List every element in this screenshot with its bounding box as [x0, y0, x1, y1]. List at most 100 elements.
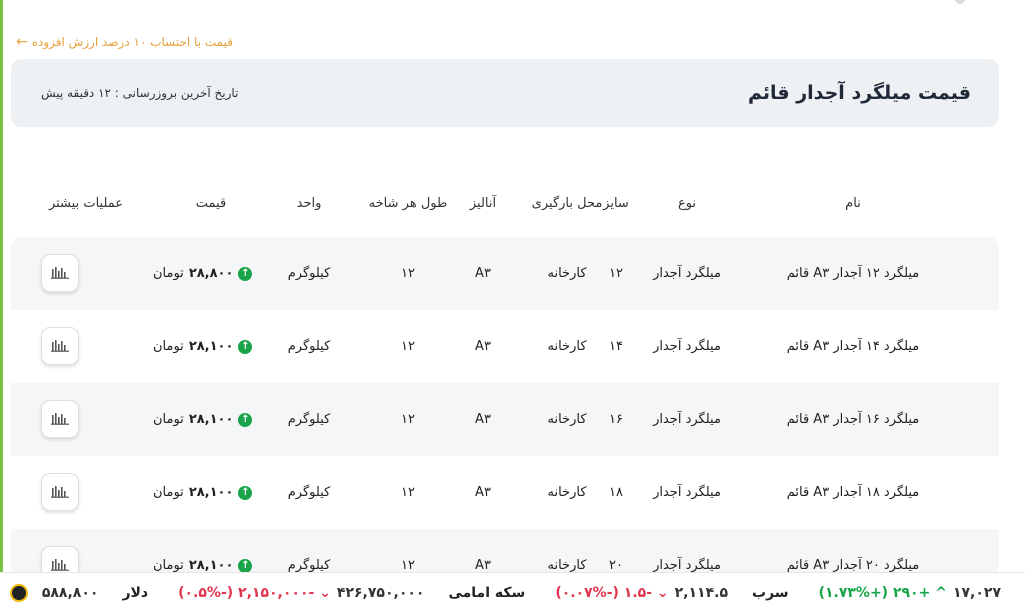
cell-size: ۱۴: [609, 339, 623, 354]
cell-price: ↑ ۲۸,۱۰۰ تومان: [153, 310, 253, 383]
price-chart-button[interactable]: [41, 254, 79, 292]
price-ticker-bar: ۱۷,۰۲۷ ^ +۲۹۰ (+۱.۷۳%) سرب ۲,۱۱۴.۵ ⌄ -۱.…: [0, 572, 1025, 612]
table-row: میلگرد ۱۸ آجدار A۳ قائم میلگرد آجدار ۱۸ کار…: [11, 456, 999, 529]
cell-type: میلگرد آجدار: [653, 339, 721, 354]
cell-length: ۱۲: [401, 266, 415, 281]
ticker-change: ⌄ -۱.۵ (-۰.۰۷%): [555, 584, 669, 601]
cell-location: کارخانه: [547, 266, 587, 281]
cell-price: ↑ ۲۸,۱۰۰ تومان: [153, 456, 253, 529]
cell-analysis: A۳: [475, 485, 491, 500]
ticker-label: سکه امامی: [448, 584, 526, 601]
price-value: ۲۸,۱۰۰: [188, 339, 234, 354]
coin-icon: [9, 583, 28, 602]
cell-price: ↑ ۲۸,۱۰۰ تومان: [153, 383, 253, 456]
price-value: ۲۸,۱۰۰: [188, 485, 234, 500]
cell-location: کارخانه: [547, 485, 587, 500]
price-value: ۲۸,۸۰۰: [188, 266, 234, 281]
price-currency: تومان: [153, 266, 184, 281]
cell-name: میلگرد ۲۰ آجدار A۳ قائم: [786, 558, 920, 573]
price-currency: تومان: [153, 558, 184, 573]
vat-price-link[interactable]: قیمت با احتساب ۱۰ درصد ارزش افزوده ←: [16, 34, 233, 50]
cell-name: میلگرد ۱۲ آجدار A۳ قائم: [786, 266, 920, 281]
price-chart-button[interactable]: [41, 473, 79, 511]
cell-unit: کیلوگرم: [287, 558, 331, 573]
price-table-body: میلگرد ۱۲ آجدار A۳ قائم میلگرد آجدار ۱۲ کار…: [11, 237, 999, 577]
cell-analysis: A۳: [475, 558, 491, 573]
cell-type: میلگرد آجدار: [653, 412, 721, 427]
col-header-size: سایز: [603, 196, 629, 211]
cell-analysis: A۳: [475, 339, 491, 354]
cell-analysis: A۳: [475, 412, 491, 427]
vat-price-label: قیمت با احتساب ۱۰ درصد ارزش افزوده: [31, 35, 233, 49]
price-chart-button[interactable]: [41, 327, 79, 365]
ticker-item[interactable]: دلار ۵۸۸,۸۰۰: [9, 583, 149, 602]
col-header-name: نام: [845, 196, 861, 211]
page-title: قیمت میلگرد آجدار قائم: [747, 82, 971, 104]
price-chart-button[interactable]: [41, 400, 79, 438]
cell-type: میلگرد آجدار: [653, 558, 721, 573]
bar-chart-icon: [51, 264, 69, 283]
bar-chart-icon: [51, 337, 69, 356]
cell-name: میلگرد ۱۴ آجدار A۳ قائم: [786, 339, 920, 354]
arrow-up-icon: ↑: [238, 266, 253, 281]
cell-price: ↑ ۲۸,۸۰۰ تومان: [153, 237, 253, 310]
caret-down-icon: ⌄: [319, 584, 331, 601]
cell-type: میلگرد آجدار: [653, 266, 721, 281]
table-header: نام نوع سایز محل بارگیری آنالیز طول هر ش…: [11, 190, 999, 220]
page-left-accent-bar: [0, 0, 3, 612]
ticker-item[interactable]: سرب ۲,۱۱۴.۵ ⌄ -۱.۵ (-۰.۰۷%): [555, 585, 788, 601]
top-partial-icon: [955, 0, 965, 4]
bar-chart-icon: [51, 410, 69, 429]
ticker-value: ۲,۱۱۴.۵: [674, 584, 729, 601]
price-value: ۲۸,۱۰۰: [188, 558, 234, 573]
cell-price: ↑ ۲۸,۱۰۰ تومان: [153, 529, 253, 577]
cell-length: ۱۲: [401, 485, 415, 500]
col-header-length: طول هر شاخه: [368, 196, 448, 211]
cell-location: کارخانه: [547, 558, 587, 573]
cell-name: میلگرد ۱۸ آجدار A۳ قائم: [786, 485, 920, 500]
ticker-change: ^ +۲۹۰ (+۱.۷۳%): [818, 584, 947, 601]
bar-chart-icon: [51, 483, 69, 502]
col-header-location: محل بارگیری: [531, 196, 603, 211]
ticker-value: ۵۸۸,۸۰۰: [41, 584, 99, 601]
ticker-value: ۱۷,۰۲۷: [952, 584, 1001, 601]
col-header-actions: عملیات بیشتر: [48, 196, 124, 211]
arrow-up-icon: ↑: [238, 485, 253, 500]
cell-size: ۱۶: [609, 412, 623, 427]
cell-unit: کیلوگرم: [287, 266, 331, 281]
ticker-item[interactable]: سکه امامی ۴۲۶,۷۵۰,۰۰۰ ⌄ -۲,۱۵۰,۰۰۰ (-۰.۵…: [178, 585, 525, 601]
table-row: میلگرد ۱۴ آجدار A۳ قائم میلگرد آجدار ۱۴ کار…: [11, 310, 999, 383]
cell-location: کارخانه: [547, 339, 587, 354]
ticker-item[interactable]: ۱۷,۰۲۷ ^ +۲۹۰ (+۱.۷۳%): [819, 585, 1001, 601]
col-header-type: نوع: [677, 196, 697, 211]
cell-size: ۲۰: [609, 558, 623, 573]
cell-unit: کیلوگرم: [287, 485, 331, 500]
price-currency: تومان: [153, 339, 184, 354]
caret-up-icon: ^: [935, 584, 947, 601]
arrow-left-icon: ←: [16, 34, 28, 50]
ticker-label: سرب: [752, 584, 789, 601]
cell-size: ۱۲: [609, 266, 623, 281]
ticker-value: ۴۲۶,۷۵۰,۰۰۰: [336, 584, 425, 601]
cell-analysis: A۳: [475, 266, 491, 281]
cell-location: کارخانه: [547, 412, 587, 427]
col-header-price: قیمت: [195, 196, 227, 211]
arrow-up-icon: ↑: [238, 412, 253, 427]
caret-down-icon: ⌄: [656, 584, 669, 601]
table-row: میلگرد ۲۰ آجدار A۳ قائم میلگرد آجدار ۲۰ کار…: [11, 529, 999, 577]
cell-length: ۱۲: [401, 558, 415, 573]
price-currency: تومان: [153, 485, 184, 500]
cell-length: ۱۲: [401, 412, 415, 427]
ticker-label: دلار: [122, 584, 149, 601]
cell-unit: کیلوگرم: [287, 339, 331, 354]
price-currency: تومان: [153, 412, 184, 427]
table-row: میلگرد ۱۲ آجدار A۳ قائم میلگرد آجدار ۱۲ کار…: [11, 237, 999, 310]
cell-name: میلگرد ۱۶ آجدار A۳ قائم: [786, 412, 920, 427]
cell-type: میلگرد آجدار: [653, 485, 721, 500]
ticker-change: ⌄ -۲,۱۵۰,۰۰۰ (-۰.۵%): [178, 584, 331, 601]
table-row: میلگرد ۱۶ آجدار A۳ قائم میلگرد آجدار ۱۶ کار…: [11, 383, 999, 456]
last-update-text: تاریخ آخرین بروزرسانی : ۱۲ دقیقه پیش: [41, 86, 239, 100]
arrow-up-icon: ↑: [238, 558, 253, 573]
page-header: قیمت میلگرد آجدار قائم تاریخ آخرین بروزر…: [11, 59, 999, 127]
arrow-up-icon: ↑: [238, 339, 253, 354]
